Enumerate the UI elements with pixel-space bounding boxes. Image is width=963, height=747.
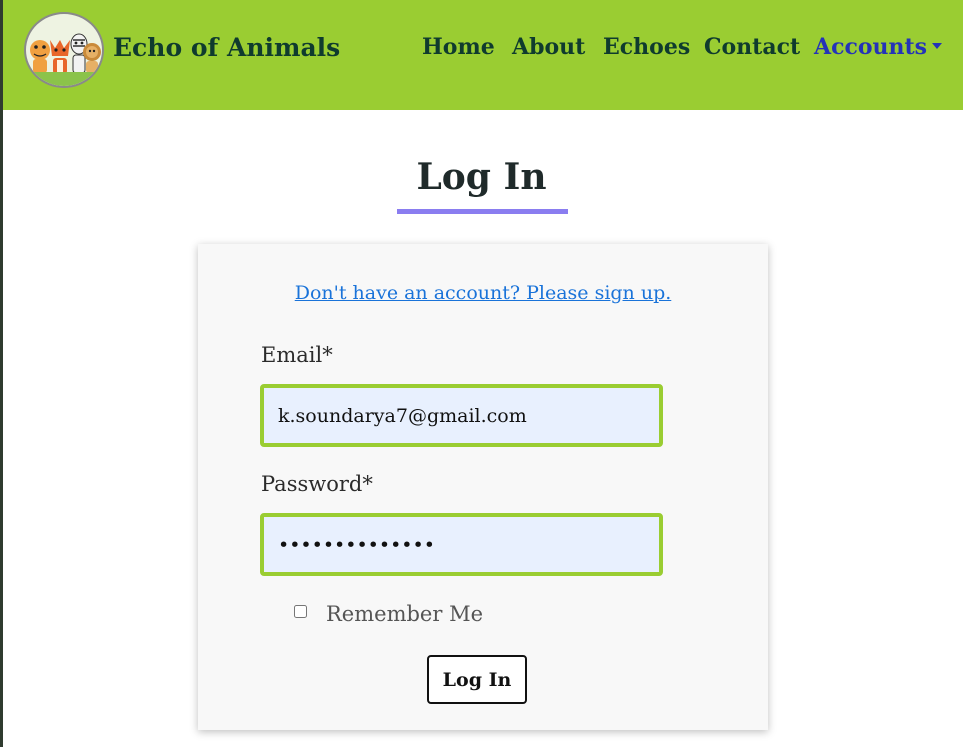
nav-contact-link[interactable]: Contact bbox=[704, 34, 800, 60]
password-field[interactable]: •••••••••••••• bbox=[260, 513, 663, 576]
password-value: •••••••••••••• bbox=[278, 533, 435, 556]
login-button[interactable]: Log In bbox=[427, 655, 527, 704]
remember-me-label[interactable]: Remember Me bbox=[326, 602, 483, 626]
nav-about-link[interactable]: About bbox=[512, 34, 585, 60]
nav-home-link[interactable]: Home bbox=[422, 34, 495, 60]
page-title: Log In bbox=[416, 156, 547, 198]
title-underline bbox=[397, 209, 568, 214]
remember-me-checkbox[interactable] bbox=[294, 605, 307, 618]
login-card: Don't have an account? Please sign up. E… bbox=[198, 244, 768, 730]
signup-link[interactable]: Don't have an account? Please sign up. bbox=[198, 282, 768, 304]
window-left-edge bbox=[0, 0, 3, 747]
email-label: Email* bbox=[261, 343, 333, 367]
caret-down-icon bbox=[932, 43, 943, 49]
email-field[interactable] bbox=[260, 384, 663, 447]
password-label: Password* bbox=[261, 472, 373, 496]
nav-accounts-dropdown[interactable]: Accounts bbox=[814, 34, 943, 60]
navbar: Echo of Animals Home About Echoes Contac… bbox=[3, 0, 963, 110]
nav-accounts-label: Accounts bbox=[814, 34, 928, 60]
animals-logo-icon[interactable] bbox=[24, 12, 104, 88]
brand-title[interactable]: Echo of Animals bbox=[113, 33, 340, 62]
nav-echoes-link[interactable]: Echoes bbox=[603, 34, 690, 60]
